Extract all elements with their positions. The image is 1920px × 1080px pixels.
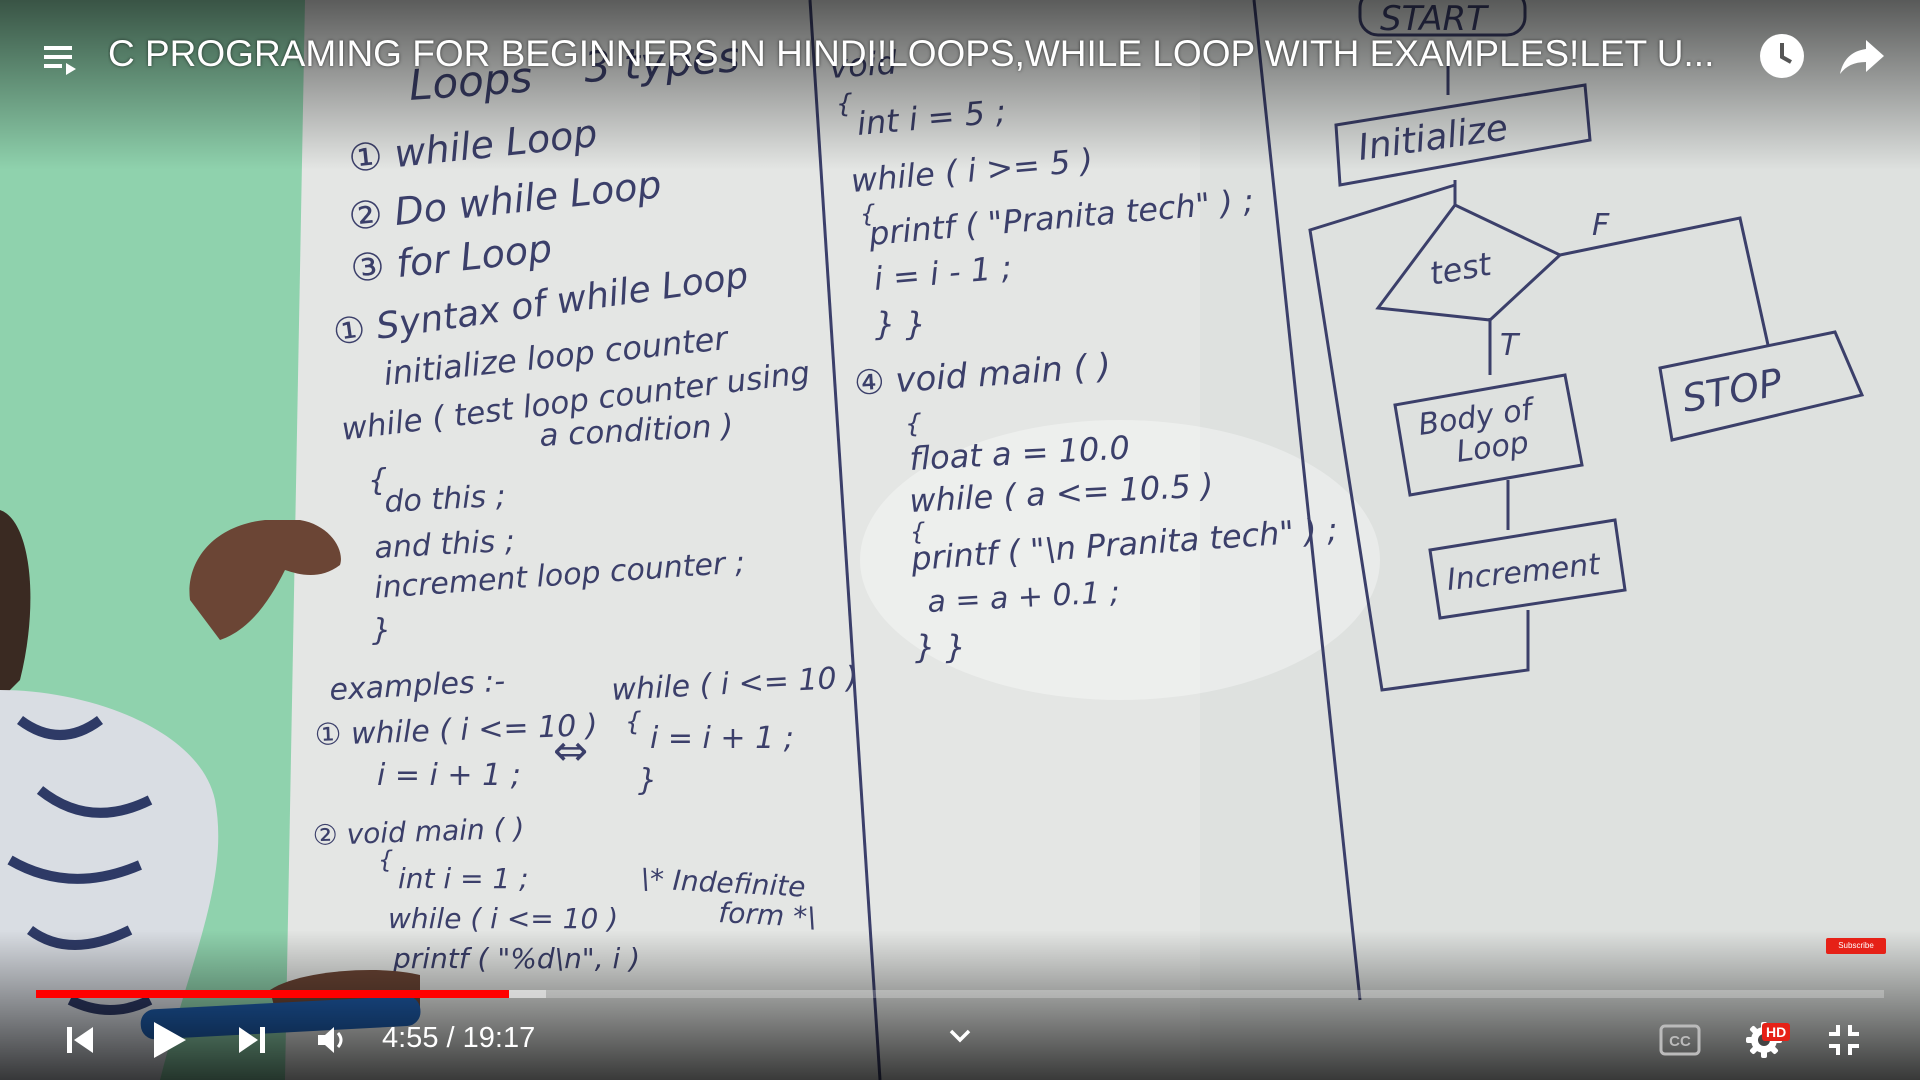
play-icon <box>154 1022 186 1058</box>
share-icon <box>1840 40 1884 74</box>
next-button[interactable] <box>228 1016 276 1064</box>
playlist-button[interactable] <box>36 34 84 82</box>
board-syntax-line: } <box>372 613 391 648</box>
progress-bar[interactable] <box>36 990 1884 998</box>
subscribe-watermark[interactable]: Subscribe <box>1826 938 1886 954</box>
board-example2-line: { <box>378 846 393 874</box>
board-example1-alt: { <box>625 707 642 737</box>
volume-button[interactable] <box>308 1016 356 1064</box>
board-code-line: } } <box>875 305 926 343</box>
flow-true-label: T <box>1500 328 1521 363</box>
cc-icon: CC <box>1659 1024 1701 1056</box>
current-time: 4:55 <box>382 1022 439 1054</box>
flow-false-label: F <box>1592 208 1610 243</box>
board-example1-alt: i = i + 1 ; <box>650 721 794 756</box>
expand-button[interactable] <box>940 1016 980 1056</box>
captions-button[interactable]: CC <box>1656 1016 1704 1064</box>
board-example2-note: form *\ <box>718 896 818 934</box>
volume-icon <box>318 1027 343 1053</box>
board-code-line: } } <box>915 628 966 666</box>
board-example2-line: printf ( "%d\n", i ) <box>392 942 640 975</box>
board-example2-line: int i = 1 ; <box>398 862 529 895</box>
clock-icon <box>1760 34 1804 78</box>
playlist-icon <box>44 46 76 75</box>
progress-played <box>36 990 510 998</box>
board-syntax-line: do this ; <box>384 479 507 520</box>
board-example2-line: while ( i <= 10 ) <box>388 902 618 935</box>
board-example1-line: i = i + 1 ; <box>377 758 521 793</box>
exit-fullscreen-button[interactable] <box>1820 1016 1868 1064</box>
chevron-down-icon <box>949 1029 971 1043</box>
board-example1-alt: } <box>638 763 657 798</box>
video-title[interactable]: C PROGRAMING FOR BEGINNERS IN HINDI!LOOP… <box>108 24 1728 84</box>
svg-text:CC: CC <box>1669 1033 1691 1050</box>
previous-button[interactable] <box>56 1016 104 1064</box>
board-code-line: { <box>905 409 922 439</box>
time-display: 4:55 / 19:17 <box>382 1018 535 1058</box>
watch-later-button[interactable] <box>1756 30 1808 82</box>
board-syntax-line: and this ; <box>374 524 516 566</box>
board-equivalence: ⇔ <box>553 726 588 775</box>
video-player[interactable]: Loops 3 types ① while Loop ② Do while Lo… <box>0 0 1920 1080</box>
skip-next-icon <box>239 1027 265 1053</box>
time-separator: / <box>438 1022 463 1054</box>
play-button[interactable] <box>140 1012 196 1068</box>
video-frame: Loops 3 types ① while Loop ② Do while Lo… <box>0 0 1920 1080</box>
board-code-line: { <box>836 89 853 119</box>
duration: 19:17 <box>462 1022 536 1054</box>
share-button[interactable] <box>1836 30 1888 82</box>
skip-previous-icon <box>67 1027 93 1053</box>
exit-fullscreen-icon <box>1829 1025 1859 1055</box>
hd-badge: HD <box>1762 1023 1791 1041</box>
